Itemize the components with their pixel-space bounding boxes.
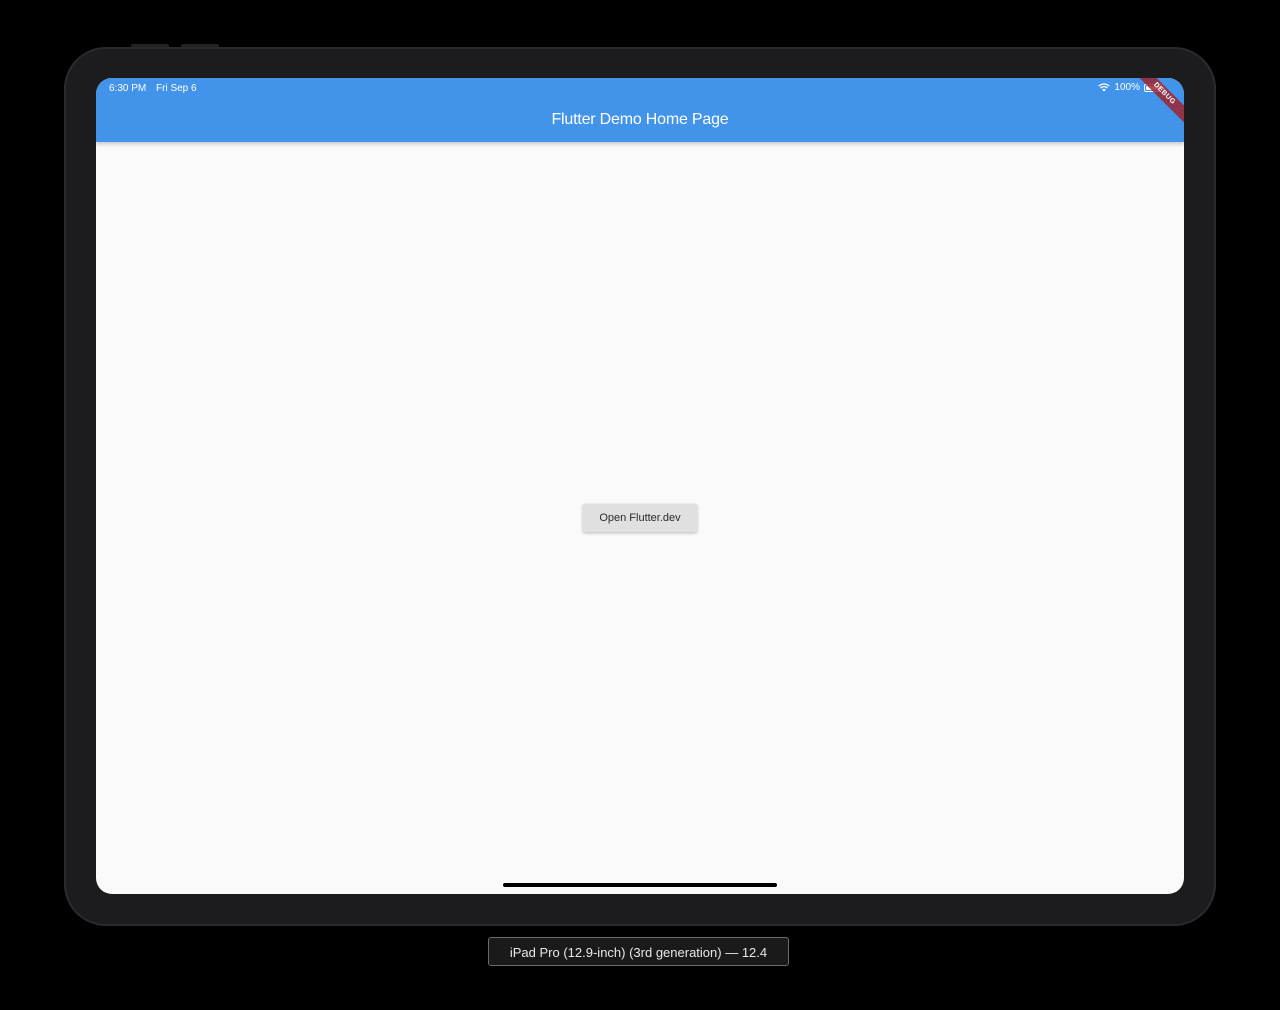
- home-indicator[interactable]: [503, 883, 777, 887]
- status-date: Fri Sep 6: [156, 83, 197, 94]
- page-title: Flutter Demo Home Page: [551, 111, 729, 128]
- open-flutter-dev-button[interactable]: Open Flutter.dev: [583, 504, 697, 532]
- wifi-icon: [1098, 83, 1111, 92]
- status-bar: 6:30 PM Fri Sep 6 100%: [96, 78, 1184, 98]
- app-screen: 6:30 PM Fri Sep 6 100% Flutter Demo Home…: [96, 78, 1184, 894]
- simulator-device-label: iPad Pro (12.9-inch) (3rd generation) — …: [488, 937, 789, 966]
- battery-percent: 100%: [1114, 82, 1140, 93]
- status-time: 6:30 PM: [109, 83, 147, 94]
- app-bar: 6:30 PM Fri Sep 6 100% Flutter Demo Home…: [96, 78, 1184, 142]
